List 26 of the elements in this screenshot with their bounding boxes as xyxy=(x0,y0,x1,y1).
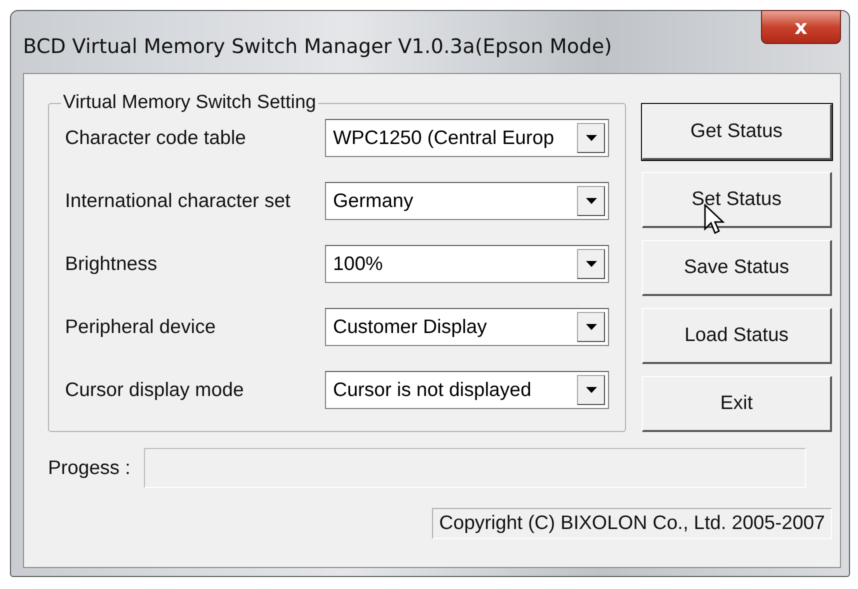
setting-label: Character code table xyxy=(65,126,246,150)
dialog-button[interactable]: Save Status xyxy=(642,240,832,296)
window-title: BCD Virtual Memory Switch Manager V1.0.3a(Epson Mode) xyxy=(23,34,612,58)
dialog-button[interactable]: Load Status xyxy=(642,308,832,364)
dropdown-arrow-icon xyxy=(586,387,596,393)
dropdown-arrow-icon xyxy=(586,198,596,204)
copyright-text: Copyright (C) BIXOLON Co., Ltd. 2005-2007 xyxy=(432,508,832,539)
dropdown-arrow-icon xyxy=(586,135,596,141)
group-title: Virtual Memory Switch Setting xyxy=(62,92,318,114)
dropdown[interactable]: WPC1250 (Central Europ xyxy=(325,119,609,157)
dropdown[interactable]: Cursor is not displayed xyxy=(325,371,609,409)
dropdown-arrow-icon xyxy=(586,324,596,330)
dropdown-arrow-icon xyxy=(586,261,596,267)
dropdown[interactable]: Customer Display xyxy=(325,308,609,346)
mouse-pointer-icon xyxy=(704,204,726,236)
setting-label: Cursor display mode xyxy=(65,378,244,402)
setting-label: Peripheral device xyxy=(65,316,216,338)
setting-label: International character set xyxy=(65,190,290,212)
progress-label: Progess : xyxy=(48,456,130,480)
close-button[interactable]: x xyxy=(761,10,841,44)
dialog-button[interactable]: Exit xyxy=(642,376,832,432)
dropdown[interactable]: 100% xyxy=(325,245,609,283)
dialog-button[interactable]: Set Status xyxy=(642,172,832,228)
setting-label: Brightness xyxy=(65,252,158,276)
dropdown[interactable]: Germany xyxy=(325,182,609,220)
dialog-button[interactable]: Get Status xyxy=(642,104,832,160)
